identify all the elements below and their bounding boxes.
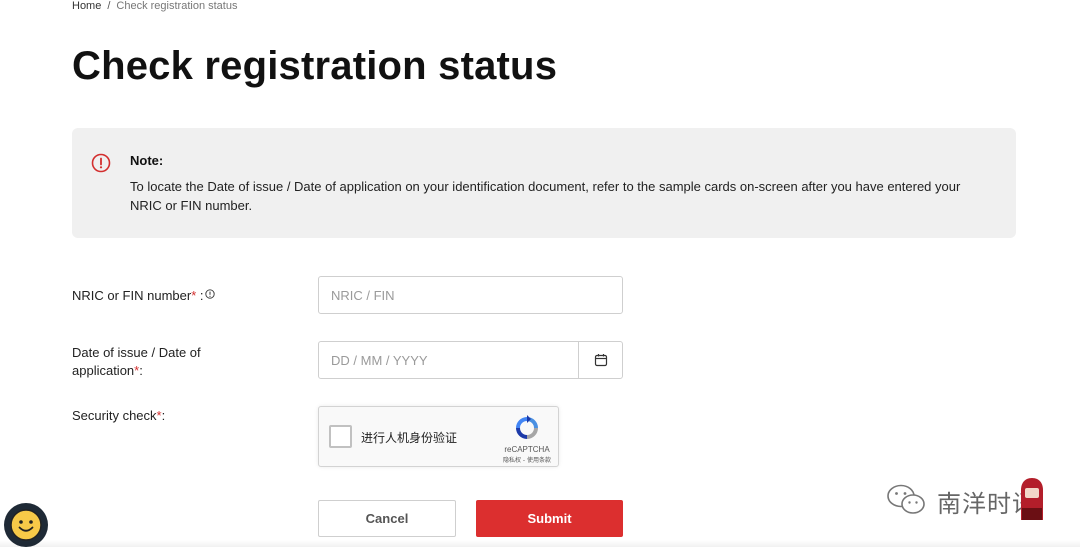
page-title: Check registration status — [72, 44, 558, 88]
note-body: To locate the Date of issue / Date of ap… — [130, 179, 961, 213]
nric-label: NRIC or FIN number* : — [72, 287, 215, 305]
note-box: Note: To locate the Date of issue / Date… — [72, 128, 1016, 238]
watermark: 南洋时讯 — [885, 474, 1055, 524]
smiley-icon — [10, 509, 42, 541]
note-title: Note: — [130, 153, 164, 168]
required-mark: * — [191, 288, 197, 303]
breadcrumb-current: Check registration status — [116, 0, 238, 12]
security-label: Security check*: — [72, 407, 165, 425]
calendar-icon — [594, 354, 607, 367]
page-bottom-edge — [0, 540, 1080, 547]
label-suffix: : — [161, 408, 166, 423]
cancel-button[interactable]: Cancel — [318, 500, 456, 537]
recaptcha-links[interactable]: 隐私权 - 使用条款 — [489, 455, 565, 464]
date-input[interactable] — [319, 342, 578, 378]
recaptcha-widget: 进行人机身份验证 reCAPTCHA 隐私权 - 使用条款 — [318, 406, 559, 467]
label-suffix: : — [139, 363, 143, 378]
mascot-icon — [1021, 478, 1043, 520]
nric-label-text: NRIC or FIN number — [72, 288, 192, 303]
tooltip-info-icon[interactable] — [204, 289, 215, 299]
label-suffix: : — [199, 288, 204, 303]
breadcrumb-home-link[interactable]: Home — [72, 0, 101, 12]
recaptcha-checkbox[interactable] — [329, 425, 352, 448]
calendar-button[interactable] — [578, 342, 622, 378]
recaptcha-label: 进行人机身份验证 — [361, 431, 458, 445]
recaptcha-logo-icon — [516, 415, 538, 439]
breadcrumb: Home / Check registration status — [72, 0, 237, 12]
info-circle-icon — [91, 153, 111, 173]
security-label-text: Security check — [72, 408, 157, 423]
wechat-icon — [887, 484, 925, 514]
submit-button[interactable]: Submit — [476, 500, 623, 537]
breadcrumb-separator: / — [107, 0, 111, 12]
date-field — [318, 341, 623, 379]
recaptcha-brand: reCAPTCHA — [504, 445, 550, 454]
nric-input[interactable] — [318, 276, 623, 314]
date-label: Date of issue / Date of application*: — [72, 344, 242, 380]
